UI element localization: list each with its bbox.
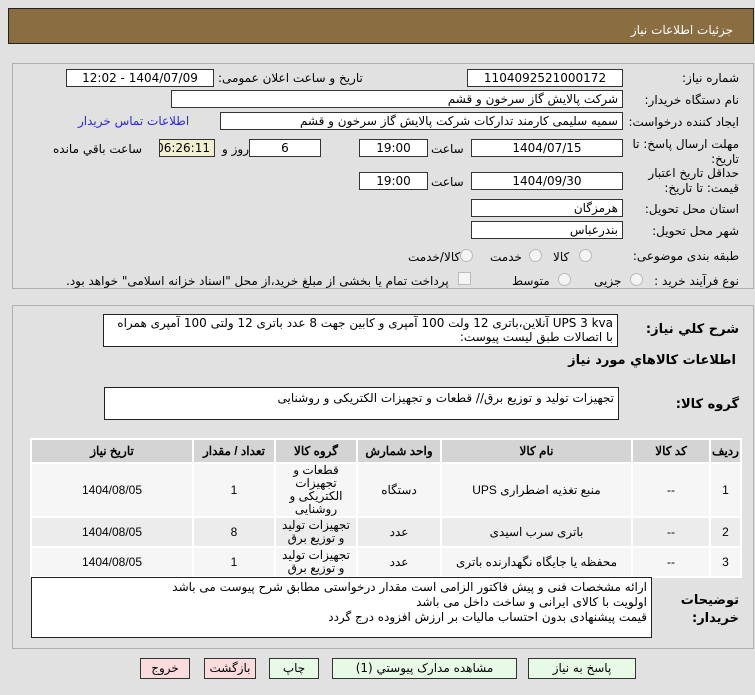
table-row: 2 -- باتری سرب اسیدی عدد تجهیزات تولید و… — [32, 518, 740, 546]
validity-time-field[interactable]: 19:00 — [359, 172, 428, 190]
cell-code: -- — [633, 518, 709, 546]
category-goods-radio[interactable] — [579, 249, 592, 262]
days-label: روز و — [222, 142, 249, 156]
col-date: تاریخ نیاز — [32, 440, 192, 462]
cell-row: 1 — [711, 464, 740, 516]
exit-button[interactable]: خروج — [140, 658, 190, 679]
col-qty: تعداد / مقدار — [194, 440, 274, 462]
cell-group: قطعات و تجهیزات الکتریکی و روشنایی — [276, 464, 356, 516]
col-group: گروه کالا — [276, 440, 356, 462]
col-row: ردیف — [711, 440, 740, 462]
deadline-date-field[interactable]: 1404/07/15 — [471, 139, 623, 157]
cell-code: -- — [633, 548, 709, 576]
validity-time-label: ساعت — [431, 175, 464, 189]
buyer-label: نام دستگاه خریدار: — [644, 93, 740, 107]
process-minor-label: جزیی — [594, 274, 622, 288]
process-medium-label: متوسط — [512, 274, 550, 288]
cell-group: تجهیزات تولید و توزیع برق — [276, 548, 356, 576]
table-header-row: ردیف کد کالا نام کالا واحد شمارش گروه کا… — [32, 440, 740, 462]
notes-line: اولویت با کالای ایرانی و ساخت داخل می با… — [416, 595, 647, 609]
col-unit: واحد شمارش — [358, 440, 440, 462]
table-row: 3 -- محفظه یا جایگاه نگهدارنده باتری عدد… — [32, 548, 740, 576]
category-goods-label: کالا — [553, 250, 570, 264]
goods-table: ردیف کد کالا نام کالا واحد شمارش گروه کا… — [30, 438, 742, 578]
notes-line: قیمت پیشنهادی بدون احتساب مالیات بر ارزش… — [328, 610, 647, 624]
goods-table-wrap: ردیف کد کالا نام کالا واحد شمارش گروه کا… — [30, 438, 742, 578]
cell-name: باتری سرب اسیدی — [442, 518, 631, 546]
attachments-button[interactable]: مشاهده مدارک پیوستي (1) — [332, 658, 517, 679]
announce-label: تاریخ و ساعت اعلان عمومی: — [218, 71, 363, 85]
goods-heading: اطلاعات کالاهاي مورد نیاز — [568, 353, 736, 368]
category-both-label: کالا/خدمت — [408, 250, 461, 264]
category-service-label: خدمت — [490, 250, 522, 264]
payment-checkbox[interactable] — [458, 272, 471, 285]
reply-button[interactable]: پاسخ به نیاز — [528, 658, 636, 679]
payment-note: پرداخت تمام یا بخشی از مبلغ خرید،از محل … — [66, 274, 449, 288]
category-label: طبقه بندی موضوعی: — [632, 249, 739, 263]
buyer-contact-link[interactable]: اطلاعات تماس خریدار — [78, 114, 189, 128]
province-field[interactable]: هرمزگان — [471, 199, 623, 217]
deadline-label: مهلت ارسال پاسخ: تا تاریخ: — [632, 137, 739, 166]
city-field[interactable]: بندرعباس — [471, 221, 623, 239]
province-label: استان محل تحویل: — [644, 202, 739, 216]
days-field[interactable]: 6 — [249, 139, 321, 157]
buyer-field[interactable]: شرکت پالایش گاز سرخون و قشم — [171, 90, 623, 108]
process-label: نوع فرآیند خرید : — [654, 274, 739, 288]
need-number-label: شماره نیاز: — [682, 71, 739, 85]
category-both-radio[interactable] — [460, 249, 473, 262]
validity-date-field[interactable]: 1404/09/30 — [471, 172, 623, 190]
summary-label: شرح کلي نیاز: — [645, 322, 739, 337]
summary-textarea[interactable]: UPS 3 kva آنلاین،باتری 12 ولت 100 آمپری … — [103, 314, 618, 347]
cell-unit: عدد — [358, 548, 440, 576]
cell-name: منبع تغذیه اضطراری UPS — [442, 464, 631, 516]
creator-label: ایجاد کننده درخواست: — [628, 115, 739, 129]
creator-field[interactable]: سمیه سلیمی کارمند تدارکات شرکت پالایش گا… — [220, 112, 623, 130]
cell-qty: 1 — [194, 464, 274, 516]
deadline-time-field[interactable]: 19:00 — [359, 139, 428, 157]
cell-unit: عدد — [358, 518, 440, 546]
cell-group: تجهیزات تولید و توزیع برق — [276, 518, 356, 546]
goods-group-textarea[interactable]: تجهیزات تولید و توزیع برق// قطعات و تجهی… — [104, 387, 619, 420]
col-name: نام کالا — [442, 440, 631, 462]
cell-date: 1404/08/05 — [32, 518, 192, 546]
cell-date: 1404/08/05 — [32, 548, 192, 576]
validity-label: حداقل تاریخ اعتبار قیمت: تا تاریخ: — [648, 166, 739, 195]
cell-name: محفظه یا جایگاه نگهدارنده باتری — [442, 548, 631, 576]
cell-qty: 8 — [194, 518, 274, 546]
cell-unit: دستگاه — [358, 464, 440, 516]
cell-code: -- — [633, 464, 709, 516]
remaining-label: ساعت باقي مانده — [53, 142, 143, 156]
cell-row: 3 — [711, 548, 740, 576]
back-button[interactable]: بازگشت — [204, 658, 256, 679]
category-service-radio[interactable] — [529, 249, 542, 262]
process-minor-radio[interactable] — [630, 273, 643, 286]
notes-line: ارائه مشخصات فنی و پیش فاکتور الزامی است… — [172, 580, 647, 594]
print-button[interactable]: چاپ — [269, 658, 319, 679]
remaining-time: 06:26:11 — [159, 139, 215, 157]
page-header: جزئیات اطلاعات نیاز — [8, 8, 754, 44]
announce-field[interactable]: 1404/07/09 - 12:02 — [66, 69, 214, 87]
cell-row: 2 — [711, 518, 740, 546]
deadline-time-label: ساعت — [431, 142, 464, 156]
goods-group-label: گروه کالا: — [675, 397, 739, 412]
cell-qty: 1 — [194, 548, 274, 576]
notes-label: توضیحات خریدار: — [680, 593, 739, 626]
col-code: کد کالا — [633, 440, 709, 462]
page-title: جزئیات اطلاعات نیاز — [630, 23, 733, 37]
city-label: شهر محل تحویل: — [652, 224, 739, 238]
process-medium-radio[interactable] — [558, 273, 571, 286]
need-number-field[interactable]: 1104092521000172 — [467, 69, 623, 87]
notes-textarea[interactable]: ارائه مشخصات فنی و پیش فاکتور الزامی است… — [31, 577, 652, 638]
table-row: 1 -- منبع تغذیه اضطراری UPS دستگاه قطعات… — [32, 464, 740, 516]
cell-date: 1404/08/05 — [32, 464, 192, 516]
